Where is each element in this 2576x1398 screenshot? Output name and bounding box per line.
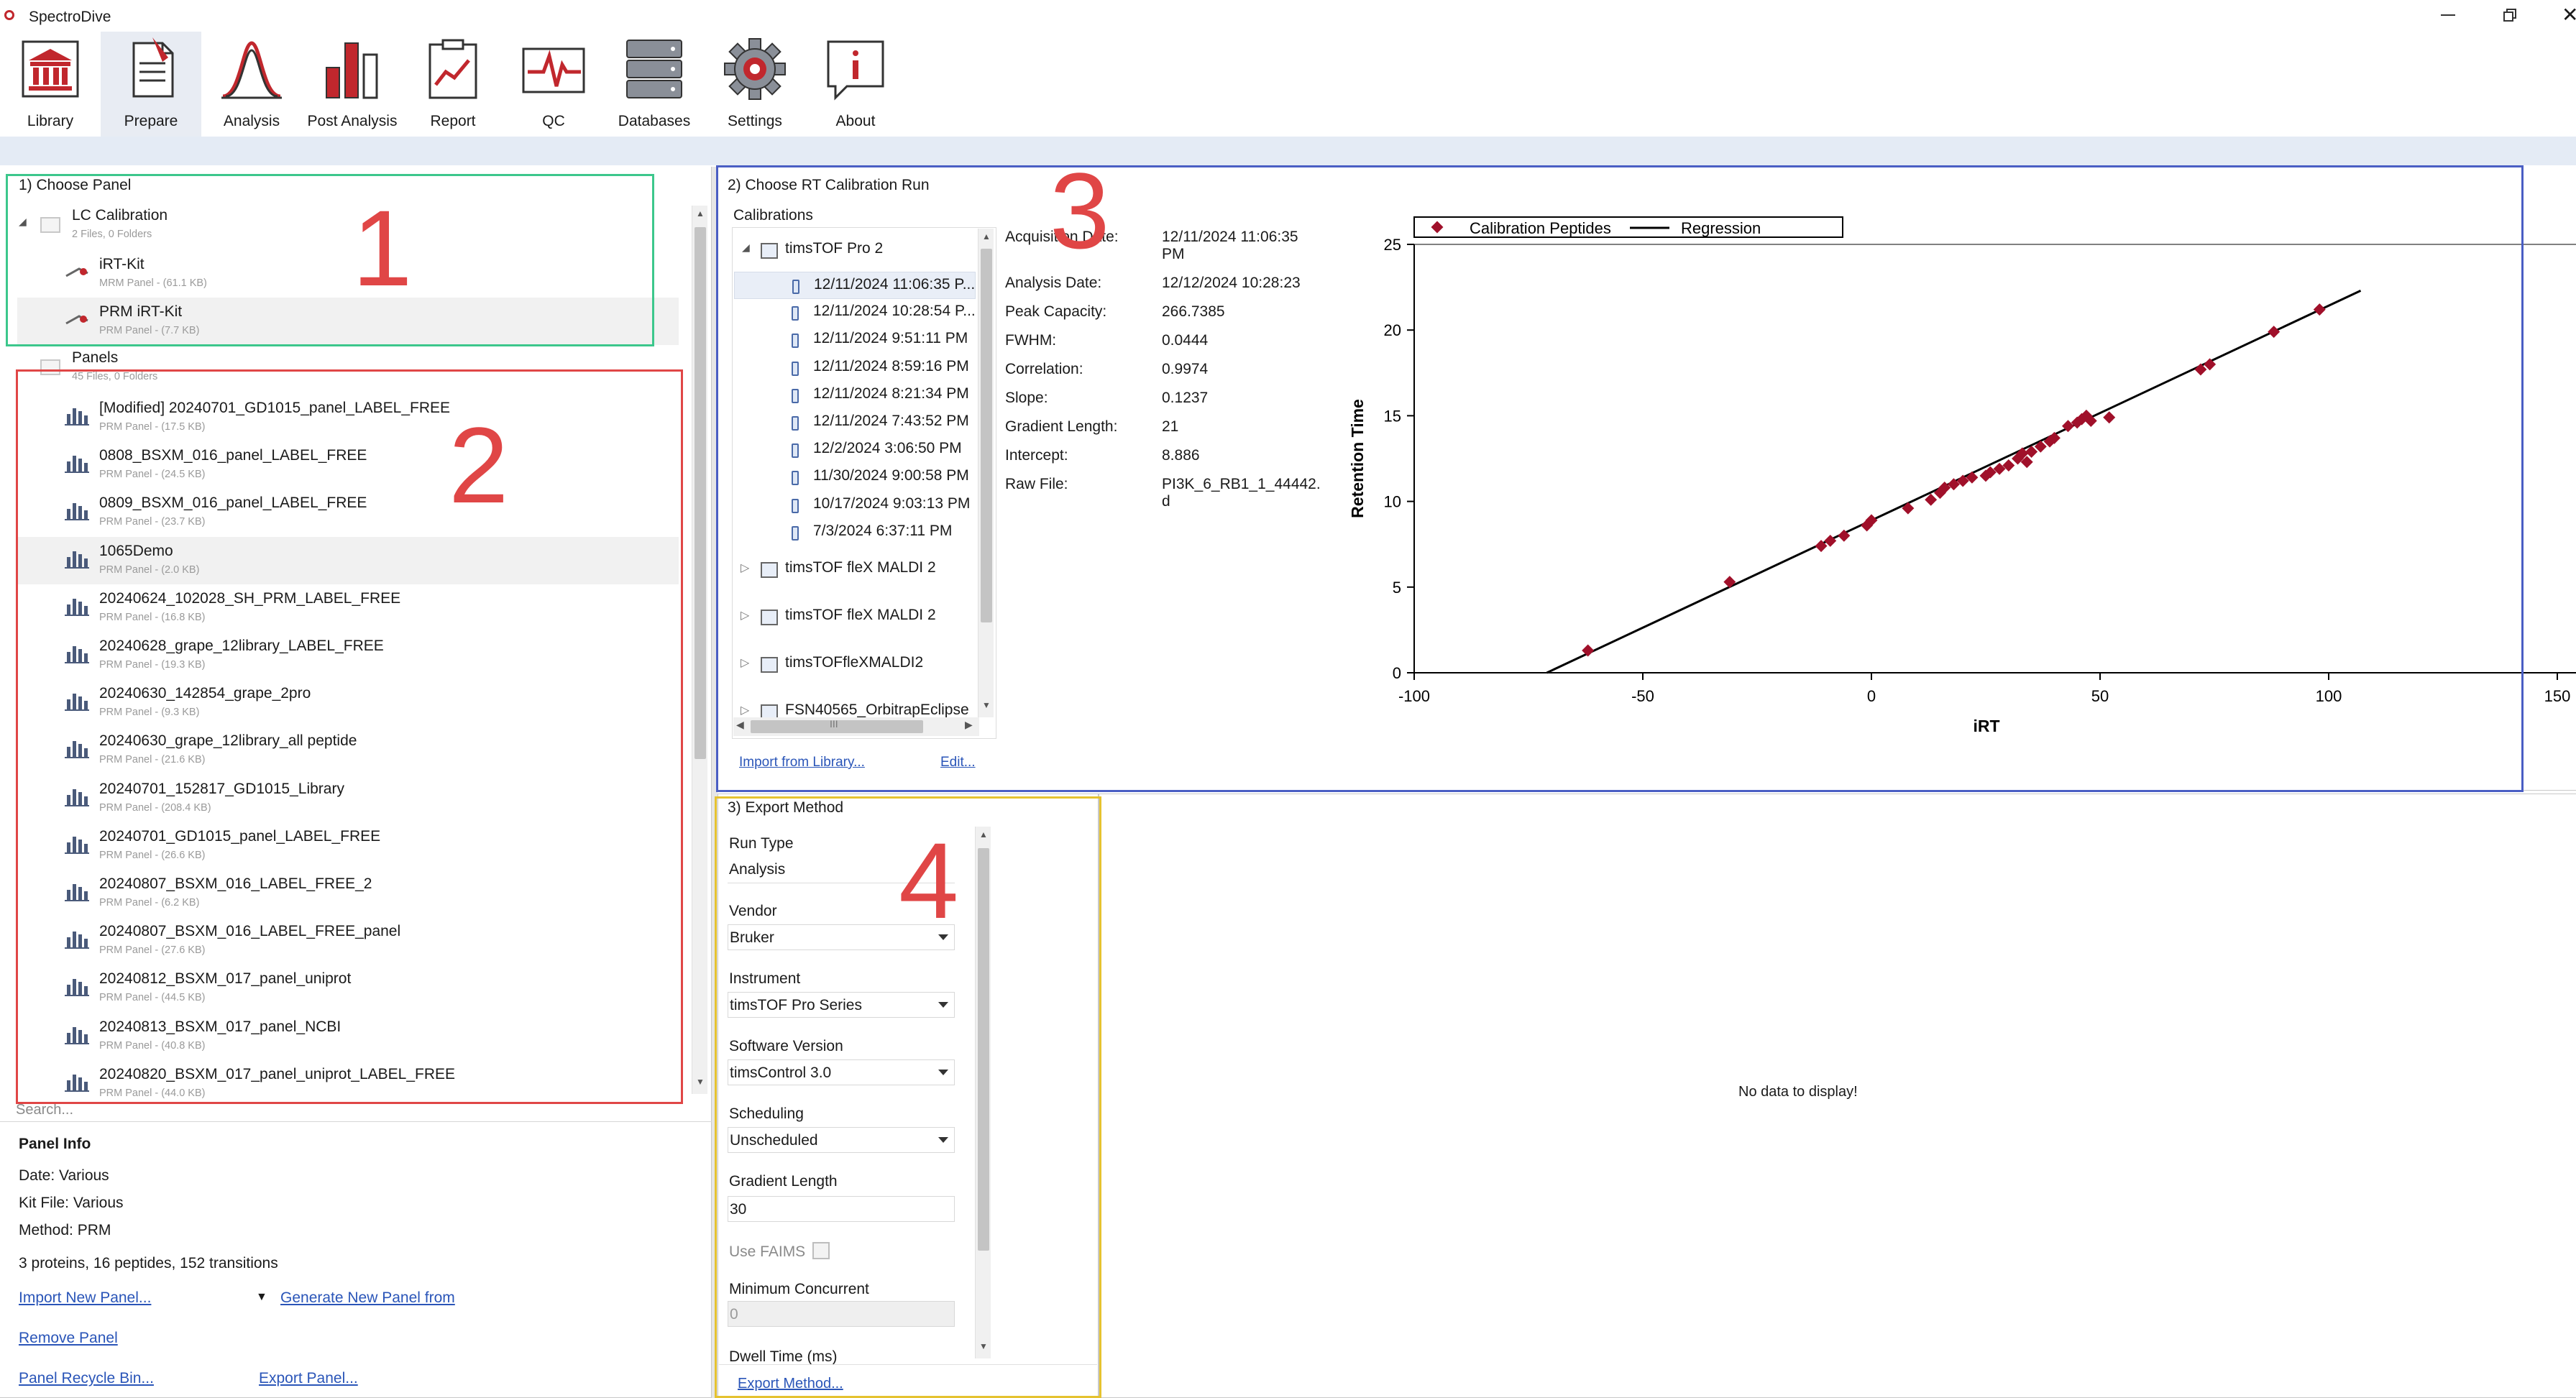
search-underline bbox=[0, 1121, 712, 1122]
ribbon-qc-button[interactable]: QC bbox=[503, 32, 604, 137]
ribbon-toolbar: Library Prepare Analysis Post Analysis R… bbox=[0, 32, 2576, 137]
post-analysis-icon bbox=[326, 42, 378, 99]
about-icon bbox=[827, 40, 884, 101]
ribbon-databases-button[interactable]: Databases bbox=[604, 32, 705, 137]
ribbon-prepare-button[interactable]: Prepare bbox=[101, 32, 201, 137]
ribbon-analysis-label: Analysis bbox=[223, 113, 280, 129]
ribbon-settings-label: Settings bbox=[728, 113, 782, 129]
panel-list-scrollbar[interactable]: ▲ ▼ bbox=[692, 206, 707, 1094]
panel-info-method: Method: PRM bbox=[19, 1222, 111, 1238]
recycle-bin-link[interactable]: Panel Recycle Bin... bbox=[19, 1370, 154, 1387]
close-icon[interactable]: ✕ bbox=[2562, 3, 2576, 27]
ribbon-separator-bar bbox=[0, 137, 2576, 165]
panel-info-kit: Kit File: Various bbox=[19, 1195, 124, 1211]
ribbon-qc-label: QC bbox=[542, 113, 565, 129]
ribbon-report-button[interactable]: Report bbox=[403, 32, 503, 137]
ribbon-post-analysis-button[interactable]: Post Analysis bbox=[302, 32, 403, 137]
step-number-3: 3 bbox=[1050, 150, 1110, 271]
remove-panel-link[interactable]: Remove Panel bbox=[19, 1330, 118, 1347]
panel-info-date: Date: Various bbox=[19, 1167, 109, 1184]
folder-name: Panels bbox=[72, 349, 119, 366]
import-panel-link[interactable]: Import New Panel... bbox=[19, 1289, 151, 1307]
ribbon-report-label: Report bbox=[430, 113, 476, 129]
dropdown-arrow-icon[interactable]: ▼ bbox=[256, 1291, 267, 1304]
report-icon bbox=[428, 39, 477, 99]
title-bar: SpectroDive ✕ bbox=[0, 0, 2576, 32]
ribbon-library-button[interactable]: Library bbox=[0, 32, 101, 137]
x-tick-label: 150 bbox=[2544, 687, 2571, 705]
annotation-box-2 bbox=[16, 369, 683, 1104]
analysis-icon bbox=[221, 41, 282, 99]
ribbon-settings-button[interactable]: Settings bbox=[705, 32, 805, 137]
step-number-1: 1 bbox=[352, 188, 413, 308]
ribbon-prepare-label: Prepare bbox=[124, 113, 178, 129]
ribbon-post-analysis-label: Post Analysis bbox=[307, 113, 398, 129]
minimize-button[interactable] bbox=[2441, 14, 2455, 16]
step-number-2: 2 bbox=[449, 405, 509, 525]
search-input[interactable]: Search... bbox=[16, 1102, 73, 1118]
ribbon-about-button[interactable]: About bbox=[805, 32, 906, 137]
generate-panel-link[interactable]: Generate New Panel from bbox=[280, 1289, 455, 1307]
no-data-message: No data to display! bbox=[1738, 1084, 1858, 1100]
prepare-icon bbox=[132, 37, 174, 98]
maximize-button[interactable] bbox=[2503, 9, 2516, 22]
databases-icon bbox=[626, 40, 682, 98]
settings-icon bbox=[724, 38, 786, 100]
annotation-box-1 bbox=[6, 174, 654, 346]
ribbon-analysis-button[interactable]: Analysis bbox=[201, 32, 302, 137]
window-title: SpectroDive bbox=[29, 9, 111, 25]
qc-icon bbox=[522, 47, 585, 93]
ribbon-library-label: Library bbox=[27, 113, 74, 129]
panel-info-heading: Panel Info bbox=[19, 1136, 91, 1152]
ribbon-databases-label: Databases bbox=[618, 113, 691, 129]
ribbon-about-label: About bbox=[835, 113, 876, 129]
export-panel-link[interactable]: Export Panel... bbox=[259, 1370, 358, 1387]
annotation-box-3 bbox=[716, 165, 2524, 792]
step-number-4: 4 bbox=[899, 820, 959, 941]
library-icon bbox=[22, 40, 79, 98]
panel-info-summary: 3 proteins, 16 peptides, 152 transitions bbox=[19, 1255, 278, 1271]
app-logo-icon bbox=[4, 10, 14, 20]
